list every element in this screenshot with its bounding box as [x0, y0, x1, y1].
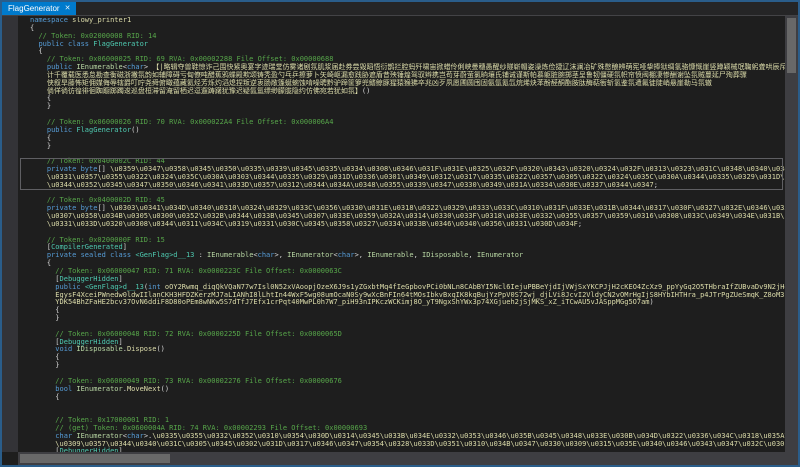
code-line: private sealed class <GenFlag>d__13 : IE… — [30, 252, 785, 260]
code-line: namespace slowy_printer1 — [30, 17, 785, 25]
code-line: } — [30, 315, 785, 323]
code-line: public FlagGenerator() — [30, 127, 785, 135]
code-line: YDK54BhZFaHE2bcv37OvN6ddiF8D80oPEm8wNKw5… — [30, 299, 785, 307]
code-line: } — [30, 103, 785, 111]
code-line: \u0344\u0352\u0345\u0347\u0350\u0346\u03… — [30, 182, 785, 190]
code-line: // Token: 0x06000026 RID: 70 RVA: 0x0000… — [30, 119, 785, 127]
code-line: { — [30, 95, 785, 103]
vertical-scrollbar[interactable] — [785, 16, 798, 452]
code-lines[interactable]: namespace slowy_printer1 { // Token: 0x02… — [18, 17, 785, 452]
code-line: { — [30, 135, 785, 143]
code-line: } — [30, 362, 785, 370]
code-line: // Token: 0x0200000F RID: 15 — [30, 237, 785, 245]
code-line — [30, 401, 785, 409]
code-editor[interactable]: namespace slowy_printer1 { // Token: 0x02… — [2, 16, 798, 465]
scrollbar-corner — [785, 452, 798, 465]
code-line: bool IEnumerator.MoveNext() — [30, 386, 785, 394]
code-line: { — [30, 307, 785, 315]
tab-label: FlagGenerator — [8, 2, 60, 15]
code-line: // Token: 0x06000047 RID: 71 RVA: 0x0000… — [30, 268, 785, 276]
code-line: } — [30, 143, 785, 151]
code-line: public class FlagGenerator — [30, 41, 785, 49]
code-line: { — [30, 354, 785, 362]
tab-bar: FlagGenerator ✕ — [2, 2, 798, 16]
breakpoint-gutter[interactable] — [2, 16, 18, 452]
code-line: { — [30, 394, 785, 402]
horizontal-scrollbar-thumb[interactable] — [20, 454, 170, 463]
tab-close-icon[interactable]: ✕ — [65, 2, 71, 15]
dnspy-window: FlagGenerator ✕ namespace slowy_printer1… — [0, 0, 800, 467]
horizontal-scrollbar[interactable] — [18, 452, 785, 465]
code-line: 倘佯徜彷徨徘徊踟蹰踯躅逡巡盘桓滞留淹留栖迟逗遛踌躇犹豫迟疑氤氲缥缈朦胧隐约仿佛宛… — [30, 88, 785, 96]
vertical-scrollbar-thumb[interactable] — [787, 18, 796, 73]
code-line: // Token: 0x06000048 RID: 72 RVA: 0x0000… — [30, 331, 785, 339]
code-line: \u0331\u033D\u0320\u0308\u0344\u0311\u03… — [30, 221, 785, 229]
code-line: void IDisposable.Dispose() — [30, 346, 785, 354]
tab-flaggenerator[interactable]: FlagGenerator ✕ — [2, 2, 76, 15]
code-line: \u0309\u0357\u0344\u0340\u031C\u0305\u03… — [30, 441, 785, 449]
